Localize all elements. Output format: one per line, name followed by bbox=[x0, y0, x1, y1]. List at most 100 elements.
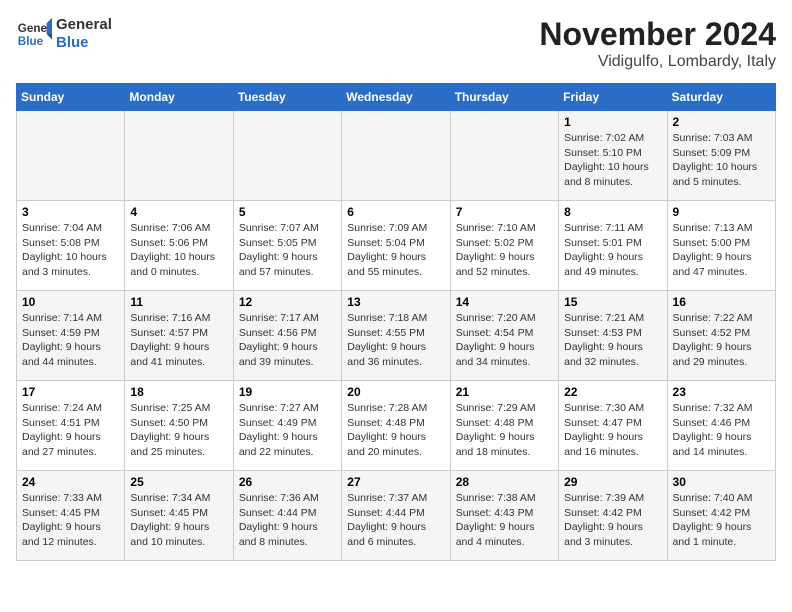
day-info: Sunrise: 7:24 AMSunset: 4:51 PMDaylight:… bbox=[22, 401, 119, 460]
title-block: November 2024 Vidigulfo, Lombardy, Italy bbox=[539, 16, 776, 71]
calendar-cell: 5Sunrise: 7:07 AMSunset: 5:05 PMDaylight… bbox=[233, 201, 341, 291]
calendar-header-monday: Monday bbox=[125, 84, 233, 111]
calendar-cell: 16 Sunrise: 7:22 AMSunset: 4:52 PMDayligh… bbox=[667, 291, 775, 381]
calendar-cell: 23 Sunrise: 7:32 AMSunset: 4:46 PMDayligh… bbox=[667, 381, 775, 471]
calendar-cell bbox=[342, 111, 450, 201]
calendar-header-sunday: Sunday bbox=[17, 84, 125, 111]
day-number: 29 bbox=[564, 475, 661, 489]
day-number: 8 bbox=[564, 205, 661, 219]
day-info: Sunrise: 7:39 AMSunset: 4:42 PMDaylight:… bbox=[564, 491, 661, 550]
day-number: 15 bbox=[564, 295, 661, 309]
day-number: 6 bbox=[347, 205, 444, 219]
day-info: Sunrise: 7:37 AMSunset: 4:44 PMDaylight:… bbox=[347, 491, 444, 550]
day-number: 28 bbox=[456, 475, 553, 489]
day-number: 16 bbox=[673, 295, 770, 309]
calendar-cell: 4 Sunrise: 7:06 AMSunset: 5:06 PMDaylight… bbox=[125, 201, 233, 291]
calendar-cell: 29 Sunrise: 7:39 AMSunset: 4:42 PMDayligh… bbox=[559, 471, 667, 561]
calendar-cell: 12 Sunrise: 7:17 AMSunset: 4:56 PMDayligh… bbox=[233, 291, 341, 381]
day-number: 19 bbox=[239, 385, 336, 399]
day-number: 1 bbox=[564, 115, 661, 129]
header: General Blue General Blue November 2024 … bbox=[16, 16, 776, 71]
day-number: 20 bbox=[347, 385, 444, 399]
calendar-cell: 1 Sunrise: 7:02 AMSunset: 5:10 PMDaylight… bbox=[559, 111, 667, 201]
calendar-header-friday: Friday bbox=[559, 84, 667, 111]
calendar-cell: 9 Sunrise: 7:13 AMSunset: 5:00 PMDaylight… bbox=[667, 201, 775, 291]
calendar: SundayMondayTuesdayWednesdayThursdayFrid… bbox=[16, 83, 776, 561]
day-info: Sunrise: 7:10 AMSunset: 5:02 PMDaylight:… bbox=[456, 221, 553, 280]
calendar-cell: 24 Sunrise: 7:33 AMSunset: 4:45 PMDayligh… bbox=[17, 471, 125, 561]
day-number: 4 bbox=[130, 205, 227, 219]
calendar-cell: 25 Sunrise: 7:34 AMSunset: 4:45 PMDayligh… bbox=[125, 471, 233, 561]
calendar-cell: 10 Sunrise: 7:14 AMSunset: 4:59 PMDayligh… bbox=[17, 291, 125, 381]
day-info: Sunrise: 7:22 AMSunset: 4:52 PMDaylight:… bbox=[673, 311, 770, 370]
day-info: Sunrise: 7:28 AMSunset: 4:48 PMDaylight:… bbox=[347, 401, 444, 460]
day-number: 2 bbox=[673, 115, 770, 129]
day-number: 18 bbox=[130, 385, 227, 399]
calendar-cell: 7 Sunrise: 7:10 AMSunset: 5:02 PMDaylight… bbox=[450, 201, 558, 291]
svg-text:Blue: Blue bbox=[18, 35, 44, 48]
calendar-cell bbox=[233, 111, 341, 201]
day-number: 7 bbox=[456, 205, 553, 219]
day-info: Sunrise: 7:34 AMSunset: 4:45 PMDaylight:… bbox=[130, 491, 227, 550]
day-number: 10 bbox=[22, 295, 119, 309]
calendar-cell: 13Sunrise: 7:18 AMSunset: 4:55 PMDayligh… bbox=[342, 291, 450, 381]
calendar-week-0: 1 Sunrise: 7:02 AMSunset: 5:10 PMDaylight… bbox=[17, 111, 776, 201]
day-number: 25 bbox=[130, 475, 227, 489]
day-number: 9 bbox=[673, 205, 770, 219]
day-info: Sunrise: 7:27 AMSunset: 4:49 PMDaylight:… bbox=[239, 401, 336, 460]
day-info: Sunrise: 7:21 AMSunset: 4:53 PMDaylight:… bbox=[564, 311, 661, 370]
day-info: Sunrise: 7:36 AMSunset: 4:44 PMDaylight:… bbox=[239, 491, 336, 550]
calendar-cell bbox=[125, 111, 233, 201]
day-number: 12 bbox=[239, 295, 336, 309]
day-info: Sunrise: 7:40 AMSunset: 4:42 PMDaylight:… bbox=[673, 491, 770, 550]
day-info: Sunrise: 7:06 AMSunset: 5:06 PMDaylight:… bbox=[130, 221, 227, 280]
day-info: Sunrise: 7:13 AMSunset: 5:00 PMDaylight:… bbox=[673, 221, 770, 280]
calendar-cell: 21Sunrise: 7:29 AMSunset: 4:48 PMDayligh… bbox=[450, 381, 558, 471]
calendar-cell: 22 Sunrise: 7:30 AMSunset: 4:47 PMDayligh… bbox=[559, 381, 667, 471]
day-info: Sunrise: 7:17 AMSunset: 4:56 PMDaylight:… bbox=[239, 311, 336, 370]
calendar-week-2: 10 Sunrise: 7:14 AMSunset: 4:59 PMDayligh… bbox=[17, 291, 776, 381]
calendar-week-3: 17 Sunrise: 7:24 AMSunset: 4:51 PMDayligh… bbox=[17, 381, 776, 471]
day-info: Sunrise: 7:09 AMSunset: 5:04 PMDaylight:… bbox=[347, 221, 444, 280]
calendar-cell: 6 Sunrise: 7:09 AMSunset: 5:04 PMDaylight… bbox=[342, 201, 450, 291]
calendar-cell: 17 Sunrise: 7:24 AMSunset: 4:51 PMDayligh… bbox=[17, 381, 125, 471]
day-number: 13 bbox=[347, 295, 444, 309]
day-info: Sunrise: 7:14 AMSunset: 4:59 PMDaylight:… bbox=[22, 311, 119, 370]
day-info: Sunrise: 7:11 AMSunset: 5:01 PMDaylight:… bbox=[564, 221, 661, 280]
logo: General Blue General Blue bbox=[16, 16, 112, 52]
day-number: 24 bbox=[22, 475, 119, 489]
day-number: 23 bbox=[673, 385, 770, 399]
day-info: Sunrise: 7:16 AMSunset: 4:57 PMDaylight:… bbox=[130, 311, 227, 370]
day-info: Sunrise: 7:32 AMSunset: 4:46 PMDaylight:… bbox=[673, 401, 770, 460]
calendar-cell bbox=[17, 111, 125, 201]
day-number: 3 bbox=[22, 205, 119, 219]
day-info: Sunrise: 7:25 AMSunset: 4:50 PMDaylight:… bbox=[130, 401, 227, 460]
calendar-cell: 30 Sunrise: 7:40 AMSunset: 4:42 PMDayligh… bbox=[667, 471, 775, 561]
day-number: 22 bbox=[564, 385, 661, 399]
calendar-cell: 3Sunrise: 7:04 AMSunset: 5:08 PMDaylight… bbox=[17, 201, 125, 291]
day-info: Sunrise: 7:07 AMSunset: 5:05 PMDaylight:… bbox=[239, 221, 336, 280]
calendar-week-4: 24 Sunrise: 7:33 AMSunset: 4:45 PMDayligh… bbox=[17, 471, 776, 561]
calendar-cell: 8 Sunrise: 7:11 AMSunset: 5:01 PMDaylight… bbox=[559, 201, 667, 291]
day-info: Sunrise: 7:30 AMSunset: 4:47 PMDaylight:… bbox=[564, 401, 661, 460]
calendar-header-row: SundayMondayTuesdayWednesdayThursdayFrid… bbox=[17, 84, 776, 111]
calendar-cell bbox=[450, 111, 558, 201]
calendar-cell: 27Sunrise: 7:37 AMSunset: 4:44 PMDayligh… bbox=[342, 471, 450, 561]
day-number: 17 bbox=[22, 385, 119, 399]
calendar-header-wednesday: Wednesday bbox=[342, 84, 450, 111]
day-info: Sunrise: 7:38 AMSunset: 4:43 PMDaylight:… bbox=[456, 491, 553, 550]
day-number: 26 bbox=[239, 475, 336, 489]
calendar-cell: 19 Sunrise: 7:27 AMSunset: 4:49 PMDayligh… bbox=[233, 381, 341, 471]
day-number: 11 bbox=[130, 295, 227, 309]
day-info: Sunrise: 7:33 AMSunset: 4:45 PMDaylight:… bbox=[22, 491, 119, 550]
page-title: November 2024 bbox=[539, 16, 776, 53]
day-info: Sunrise: 7:20 AMSunset: 4:54 PMDaylight:… bbox=[456, 311, 553, 370]
calendar-cell: 20 Sunrise: 7:28 AMSunset: 4:48 PMDayligh… bbox=[342, 381, 450, 471]
day-number: 30 bbox=[673, 475, 770, 489]
day-info: Sunrise: 7:02 AMSunset: 5:10 PMDaylight:… bbox=[564, 131, 661, 190]
calendar-cell: 15 Sunrise: 7:21 AMSunset: 4:53 PMDayligh… bbox=[559, 291, 667, 381]
calendar-cell: 2Sunrise: 7:03 AMSunset: 5:09 PMDaylight… bbox=[667, 111, 775, 201]
logo-general: General bbox=[56, 16, 112, 34]
calendar-header-thursday: Thursday bbox=[450, 84, 558, 111]
logo-blue: Blue bbox=[56, 34, 112, 52]
